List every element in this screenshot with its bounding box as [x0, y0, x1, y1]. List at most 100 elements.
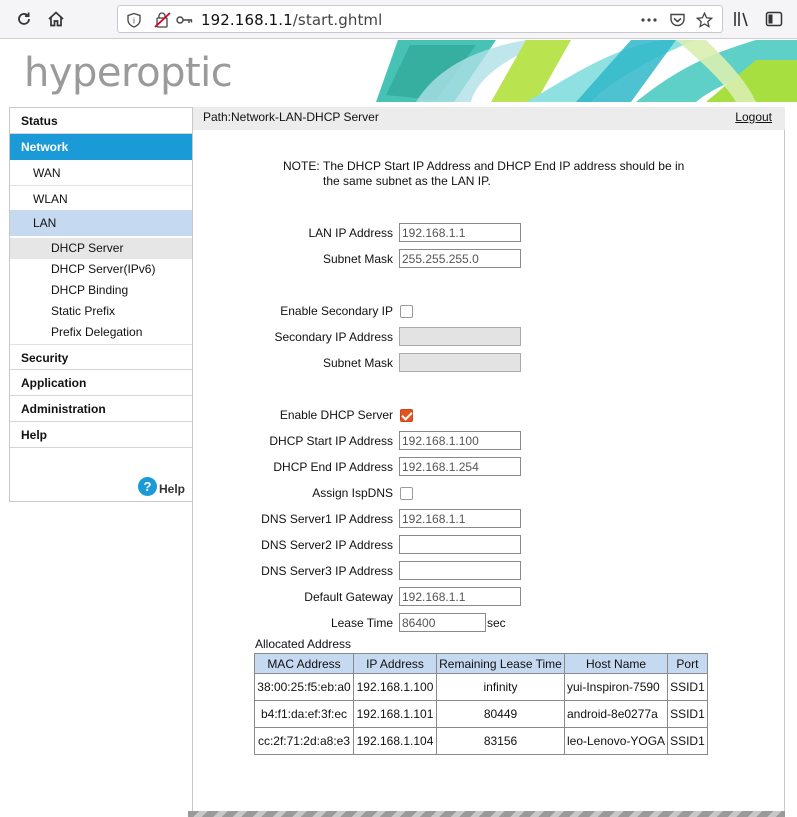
lan-ip-label: LAN IP Address [308, 226, 394, 240]
enable-dhcp-row: Enable DHCP Server [193, 405, 785, 425]
sidebar-item-security[interactable]: Security [10, 344, 192, 370]
sidebar-item-wan[interactable]: WAN [10, 160, 192, 186]
dns3-input[interactable] [399, 561, 521, 580]
dns1-label: DNS Server1 IP Address [261, 512, 393, 526]
sidebar-item-dhcp-server-ipv6[interactable]: DHCP Server(IPv6) [10, 259, 192, 280]
sidebar-item-static-prefix[interactable]: Static Prefix [10, 301, 192, 322]
url-path: /start.ghtml [292, 11, 383, 29]
secondary-mask-input[interactable] [399, 353, 521, 372]
sidebar-item-application[interactable]: Application [10, 370, 192, 396]
cell-ip: 192.168.1.100 [353, 673, 437, 701]
secondary-ip-row: Secondary IP Address [193, 327, 785, 347]
table-row: cc:2f:71:2d:a8:e3 192.168.1.104 83156 le… [254, 727, 708, 755]
url-bar[interactable]: i 192.168.1.1/start.ghtml [117, 5, 723, 33]
help-link[interactable]: ? Help [138, 477, 185, 496]
gateway-input[interactable]: 192.168.1.1 [399, 587, 521, 606]
subnet-mask-input[interactable]: 255.255.255.0 [399, 249, 521, 268]
allocated-address-title: Allocated Address [255, 637, 352, 651]
url-text: 192.168.1.1/start.ghtml [201, 11, 382, 29]
key-icon[interactable] [176, 14, 194, 26]
table-row: b4:f1:da:ef:3f:ec 192.168.1.101 80449 an… [254, 700, 708, 728]
secondary-ip-input[interactable] [399, 327, 521, 346]
lan-ip-row: LAN IP Address 192.168.1.1 [193, 223, 785, 243]
cell-lease: infinity [436, 673, 565, 701]
sidebar-item-wlan[interactable]: WLAN [10, 186, 192, 212]
library-icon[interactable] [732, 9, 752, 29]
cell-lease: 83156 [436, 727, 565, 755]
sidebar-item-prefix-delegation[interactable]: Prefix Delegation [10, 322, 192, 343]
dns1-row: DNS Server1 IP Address 192.168.1.1 [193, 509, 785, 529]
browser-toolbar: i 192.168.1.1/start.ghtml [0, 0, 797, 39]
sidebar-item-dhcp-binding[interactable]: DHCP Binding [10, 280, 192, 301]
info-icon[interactable]: i [126, 12, 142, 28]
assign-isp-dns-label: Assign IspDNS [312, 486, 393, 500]
allocated-address-table: MAC Address IP Address Remaining Lease T… [254, 653, 708, 755]
sidebar-item-administration[interactable]: Administration [10, 396, 192, 422]
column-header-port: Port [667, 653, 708, 674]
cell-port: SSID1 [667, 673, 708, 701]
cell-ip: 192.168.1.101 [353, 700, 437, 728]
help-link-label[interactable]: Help [159, 482, 185, 496]
subnet-mask-label: Subnet Mask [322, 252, 393, 266]
enable-dhcp-checkbox[interactable] [400, 409, 413, 422]
lease-time-input[interactable]: 86400 [399, 613, 486, 632]
lease-time-row: Lease Time 86400 sec [193, 613, 785, 633]
note-label: NOTE: [283, 159, 320, 173]
cell-lease: 80449 [436, 700, 565, 728]
column-header-mac: MAC Address [254, 653, 354, 674]
cell-host: yui-Inspiron-7590 [563, 673, 669, 701]
dhcp-start-label: DHCP Start IP Address [269, 434, 393, 448]
pocket-icon[interactable] [669, 12, 686, 28]
svg-text:i: i [133, 17, 135, 26]
sidebar-item-help[interactable]: Help [10, 422, 192, 448]
subnet-mask-row: Subnet Mask 255.255.255.0 [193, 249, 785, 269]
secondary-ip-label: Secondary IP Address [274, 330, 393, 344]
enable-secondary-checkbox[interactable] [400, 305, 413, 318]
dhcp-end-row: DHCP End IP Address 192.168.1.254 [193, 457, 785, 477]
gateway-row: Default Gateway 192.168.1.1 [193, 587, 785, 607]
sidebar-item-dhcp-server[interactable]: DHCP Server [10, 238, 192, 259]
lease-time-label: Lease Time [330, 616, 393, 630]
home-icon[interactable] [45, 8, 67, 30]
enable-dhcp-label: Enable DHCP Server [279, 408, 393, 422]
dns2-row: DNS Server2 IP Address [193, 535, 785, 555]
assign-isp-dns-row: Assign IspDNS [193, 483, 785, 503]
breadcrumb-path: Path:Network-LAN-DHCP Server [203, 110, 379, 124]
cell-port: SSID1 [667, 727, 708, 755]
dns2-label: DNS Server2 IP Address [261, 538, 393, 552]
dhcp-end-label: DHCP End IP Address [273, 460, 393, 474]
star-icon[interactable] [696, 12, 713, 28]
assign-isp-dns-checkbox[interactable] [400, 487, 413, 500]
dhcp-start-input[interactable]: 192.168.1.100 [399, 431, 521, 450]
more-icon[interactable] [640, 13, 658, 27]
tracking-protection-icon[interactable] [154, 12, 172, 28]
dns3-label: DNS Server3 IP Address [261, 564, 393, 578]
sidebar-item-lan[interactable]: LAN [10, 210, 192, 236]
cell-mac: b4:f1:da:ef:3f:ec [254, 700, 354, 728]
help-icon[interactable]: ? [138, 477, 157, 496]
column-header-host: Host Name [563, 653, 669, 674]
footer-stripe [188, 811, 785, 817]
url-host: 192.168.1.1 [201, 11, 293, 29]
column-header-ip: IP Address [353, 653, 437, 674]
dhcp-start-row: DHCP Start IP Address 192.168.1.100 [193, 431, 785, 451]
logout-link[interactable]: Logout [735, 107, 772, 128]
cell-host: android-8e0277a [563, 700, 669, 728]
sidebar-item-status[interactable]: Status [10, 108, 192, 134]
sidebar-item-network[interactable]: Network [10, 134, 192, 160]
dns3-row: DNS Server3 IP Address [193, 561, 785, 581]
enable-secondary-row: Enable Secondary IP [193, 301, 785, 321]
breadcrumb: Path:Network-LAN-DHCP Server Logout [193, 107, 785, 130]
dhcp-end-input[interactable]: 192.168.1.254 [399, 457, 521, 476]
sidebar-icon[interactable] [764, 9, 784, 29]
lan-ip-input[interactable]: 192.168.1.1 [399, 223, 521, 242]
gateway-label: Default Gateway [304, 590, 393, 604]
brand-logo: hyperoptic [24, 50, 233, 96]
enable-secondary-label: Enable Secondary IP [280, 304, 393, 318]
reload-icon[interactable] [13, 8, 35, 30]
table-row: 38:00:25:f5:eb:a0 192.168.1.100 infinity… [254, 673, 708, 701]
dns2-input[interactable] [399, 535, 521, 554]
table-header-row: MAC Address IP Address Remaining Lease T… [254, 653, 708, 674]
note-text: The DHCP Start IP Address and DHCP End I… [323, 159, 685, 188]
dns1-input[interactable]: 192.168.1.1 [399, 509, 521, 528]
